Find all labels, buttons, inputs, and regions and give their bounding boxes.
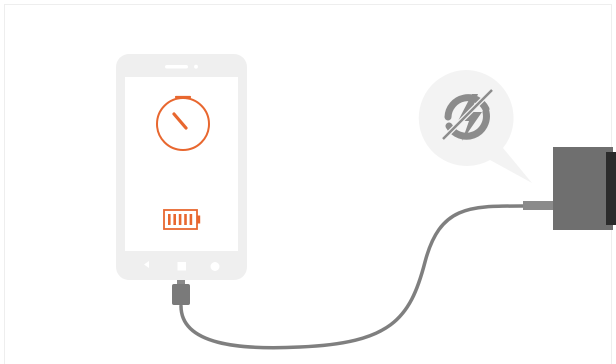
phone-speaker <box>165 65 188 69</box>
charging-illustration <box>116 54 616 350</box>
wall-charger <box>523 147 616 230</box>
battery-bar <box>184 214 187 225</box>
battery-bar <box>178 214 182 225</box>
usb-plug <box>172 280 190 305</box>
battery-bar <box>189 214 193 225</box>
battery-bar <box>173 214 176 225</box>
speech-bubble <box>418 70 532 183</box>
battery-bar <box>168 214 171 225</box>
illustration-stage <box>0 0 616 364</box>
circle-recent-icon <box>210 262 220 271</box>
phone-screen <box>125 77 238 251</box>
phone-camera <box>194 64 198 69</box>
phone <box>116 54 247 280</box>
square-home-icon <box>177 262 186 271</box>
